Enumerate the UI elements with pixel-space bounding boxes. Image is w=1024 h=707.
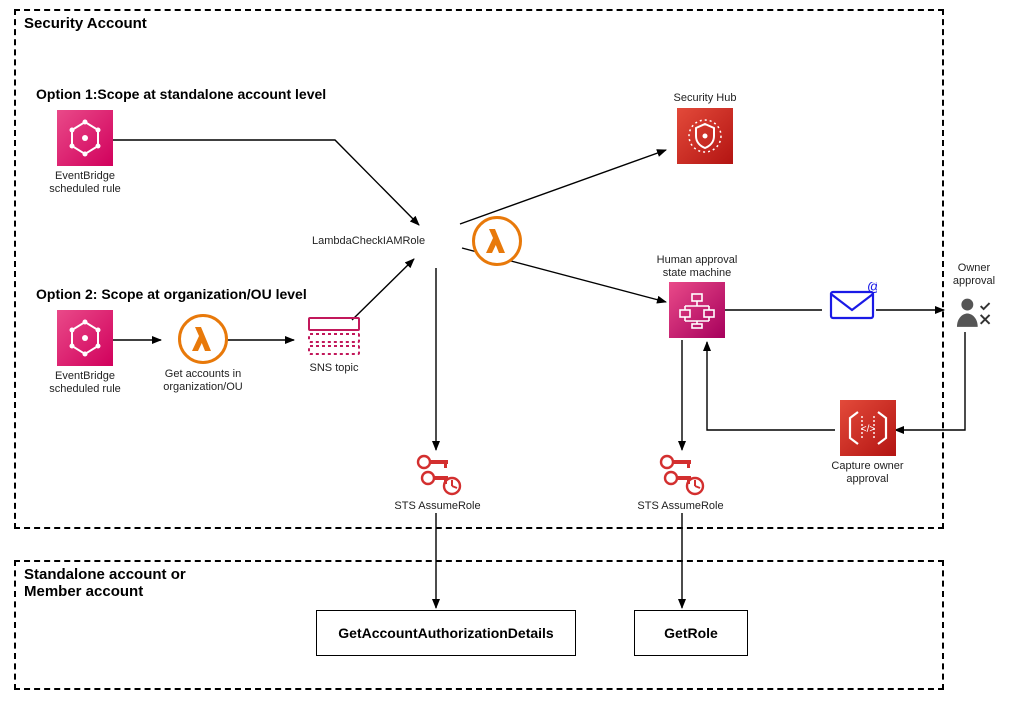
option-1-title: Option 1:Scope at standalone account lev… bbox=[36, 86, 326, 102]
get-role-label: GetRole bbox=[664, 625, 718, 641]
security-hub-label: Security Hub bbox=[660, 92, 750, 105]
eventbridge-rule-2: EventBridge scheduled rule bbox=[40, 310, 130, 395]
api-gateway-icon: </> bbox=[840, 400, 896, 456]
sns-topic: SNS topic bbox=[294, 314, 374, 375]
capture-owner-approval: </> Capture owner approval bbox=[820, 400, 915, 485]
member-account-title: Standalone account or Member account bbox=[24, 566, 186, 600]
lambda-check-iam-role: LambdaCheckIAMRole bbox=[312, 216, 562, 266]
security-hub: Security Hub bbox=[660, 92, 750, 164]
get-account-authorization-details: GetAccountAuthorizationDetails bbox=[316, 610, 576, 656]
sns-icon bbox=[307, 314, 361, 358]
sts-1-label: STS AssumeRole bbox=[390, 500, 485, 513]
sns-label: SNS topic bbox=[294, 362, 374, 375]
state-machine: Human approval state machine bbox=[642, 254, 752, 338]
diagram-canvas: Security Account Standalone account or M… bbox=[0, 0, 1024, 707]
security-hub-icon bbox=[677, 108, 733, 164]
eventbridge-icon bbox=[57, 110, 113, 166]
security-account-title: Security Account bbox=[24, 15, 147, 32]
sts-icon bbox=[657, 452, 705, 496]
lambda-check-label: LambdaCheckIAMRole bbox=[312, 235, 425, 248]
owner-approval-label: Owner approval bbox=[944, 262, 1004, 287]
get-accounts-lambda: Get accounts in organization/OU bbox=[158, 314, 248, 393]
sts-assume-role-2: STS AssumeRole bbox=[633, 452, 728, 513]
sts-assume-role-1: STS AssumeRole bbox=[390, 452, 485, 513]
step-functions-icon bbox=[669, 282, 725, 338]
get-role: GetRole bbox=[634, 610, 748, 656]
svg-text:</>: </> bbox=[860, 424, 875, 435]
option-2-title: Option 2: Scope at organization/OU level bbox=[36, 286, 307, 302]
get-accounts-label: Get accounts in organization/OU bbox=[158, 368, 248, 393]
eventbridge-icon bbox=[57, 310, 113, 366]
eventbridge-2-label: EventBridge scheduled rule bbox=[40, 370, 130, 395]
owner-approval: Owner approval bbox=[944, 262, 1004, 334]
capture-label: Capture owner approval bbox=[820, 460, 915, 485]
user-icon bbox=[954, 290, 994, 334]
eventbridge-rule-1: EventBridge scheduled rule bbox=[40, 110, 130, 195]
email-node: @ bbox=[824, 282, 880, 322]
sts-icon bbox=[414, 452, 462, 496]
sts-2-label: STS AssumeRole bbox=[633, 500, 728, 513]
email-icon: @ bbox=[827, 282, 877, 322]
svg-text:@: @ bbox=[867, 282, 877, 294]
state-machine-label: Human approval state machine bbox=[642, 254, 752, 279]
lambda-icon bbox=[178, 314, 228, 364]
get-auth-details-label: GetAccountAuthorizationDetails bbox=[338, 625, 553, 641]
lambda-icon bbox=[472, 216, 522, 266]
eventbridge-1-label: EventBridge scheduled rule bbox=[40, 170, 130, 195]
